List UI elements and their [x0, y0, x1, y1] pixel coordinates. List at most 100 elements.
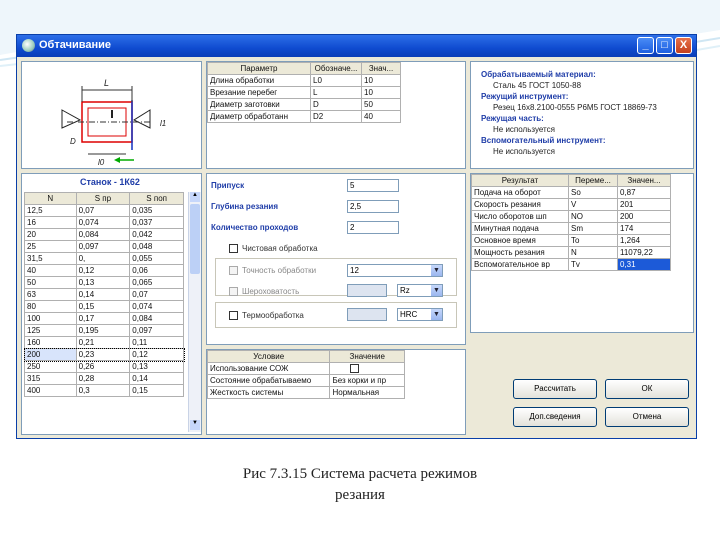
depth-input[interactable]: 2,5	[347, 200, 399, 213]
table-cell[interactable]: 10	[361, 86, 401, 99]
table-cell: Tv	[568, 258, 618, 271]
diagram-label-D: D	[70, 137, 76, 146]
turning-diagram-panel: L D l1 l0	[21, 61, 202, 169]
table-row[interactable]: 31,5 0, 0,055	[24, 252, 184, 265]
table-cell: 200	[617, 210, 671, 223]
cancel-button[interactable]: Отмена	[605, 407, 689, 427]
table-cell: 40	[24, 264, 77, 277]
table-row-selected[interactable]: 200 0,23 0,12	[23, 347, 185, 362]
machine-table-scrollbar[interactable]: ▲ ▼	[188, 192, 201, 432]
table-cell: 125	[24, 324, 77, 337]
accuracy-checkbox[interactable]	[229, 266, 238, 275]
table-cell: 0,14	[129, 372, 184, 385]
figure-caption-line2: резания	[335, 487, 385, 503]
table-row[interactable]: 250 0,26 0,13	[24, 360, 184, 373]
table-cell: L0	[310, 74, 362, 87]
minimize-button[interactable]: _	[637, 37, 654, 54]
table-cell[interactable]: 40	[361, 110, 401, 123]
table-row[interactable]: 16 0,074 0,037	[24, 216, 184, 229]
maximize-button[interactable]: □	[656, 37, 673, 54]
passes-input[interactable]: 2	[347, 221, 399, 234]
table-row[interactable]: Скорость резания V 201	[471, 198, 671, 211]
table-row[interactable]: Диаметр заготовки D 50	[207, 98, 401, 111]
calculate-button[interactable]: Рассчитать	[513, 379, 597, 399]
table-row[interactable]: 160 0,21 0,11	[24, 336, 184, 349]
table-row[interactable]: Подача на оборот So 0,87	[471, 186, 671, 199]
allowance-input[interactable]: 5	[347, 179, 399, 192]
diagram-label-l0: l0	[98, 158, 105, 167]
table-row[interactable]: Мощность резания N 11079,22	[471, 246, 671, 259]
table-row[interactable]: Длина обработки L0 10	[207, 74, 401, 87]
conditions-table: Условие Значение Использование СОЖ Состо…	[207, 350, 405, 399]
table-cell: 12,5	[24, 204, 77, 217]
finish-checkbox[interactable]	[229, 244, 238, 253]
table-row[interactable]: 63 0,14 0,07	[24, 288, 184, 301]
roughness-input[interactable]	[347, 284, 387, 297]
scroll-up-icon[interactable]: ▲	[190, 192, 200, 202]
table-row[interactable]: Диаметр обработанн D2 40	[207, 110, 401, 123]
table-row[interactable]: 25 0,097 0,048	[24, 240, 184, 253]
table-row[interactable]: 80 0,15 0,074	[24, 300, 184, 313]
chevron-down-icon[interactable]: ▼	[431, 265, 442, 276]
table-cell: D2	[310, 110, 362, 123]
table-cell: Число оборотов шп	[471, 210, 569, 223]
table-cell[interactable]	[329, 362, 405, 375]
table-cell: 0,037	[129, 216, 184, 229]
params-header-symbol: Обозначе...	[310, 62, 362, 75]
table-row[interactable]: 100 0,17 0,084	[24, 312, 184, 325]
scroll-down-icon[interactable]: ▼	[190, 420, 200, 430]
close-button[interactable]: X	[675, 37, 692, 54]
table-cell: N	[568, 246, 618, 259]
table-row[interactable]: Использование СОЖ	[207, 362, 405, 375]
table-cell[interactable]: Без корки и пр	[329, 374, 405, 387]
passes-label: Количество проходов	[211, 223, 299, 232]
table-cell: Подача на оборот	[471, 186, 569, 199]
table-row[interactable]: 315 0,28 0,14	[24, 372, 184, 385]
extra-info-button[interactable]: Доп.сведения	[513, 407, 597, 427]
material-info-panel: Обрабатываемый материал: Сталь 45 ГОСТ 1…	[470, 61, 694, 169]
table-cell: 0,074	[75, 216, 131, 229]
table-row[interactable]: Минутная подача Sm 174	[471, 222, 671, 235]
accuracy-select-value: 12	[350, 266, 359, 275]
table-row[interactable]: Число оборотов шп NO 200	[471, 210, 671, 223]
chevron-down-icon[interactable]: ▼	[431, 285, 442, 296]
hardening-input[interactable]	[347, 308, 387, 321]
table-row[interactable]: 40 0,12 0,06	[24, 264, 184, 277]
chevron-down-icon[interactable]: ▼	[431, 309, 442, 320]
table-row[interactable]: Вспомогательное вр Tv 0,31	[471, 258, 671, 271]
table-cell: 315	[24, 372, 77, 385]
table-cell: V	[568, 198, 618, 211]
table-row[interactable]: Врезание перебег L 10	[207, 86, 401, 99]
table-row[interactable]: 400 0,3 0,15	[24, 384, 184, 397]
table-row[interactable]: Состояние обрабатываемо Без корки и пр	[207, 374, 405, 387]
table-row[interactable]: 12,5 0,07 0,035	[24, 204, 184, 217]
hardening-select-value: HRC	[400, 310, 418, 319]
table-cell: 250	[24, 360, 77, 373]
table-cell: 201	[617, 198, 671, 211]
table-row[interactable]: Жесткость системы Нормальная	[207, 386, 405, 399]
table-row[interactable]: 20 0,084 0,042	[24, 228, 184, 241]
roughness-select[interactable]: Rz ▼	[397, 284, 443, 297]
roughness-checkbox[interactable]	[229, 287, 238, 296]
table-cell[interactable]: 10	[361, 74, 401, 87]
table-cell[interactable]: 50	[361, 98, 401, 111]
accuracy-select[interactable]: 12 ▼	[347, 264, 443, 277]
ok-button[interactable]: ОК	[605, 379, 689, 399]
hardening-checkbox[interactable]	[229, 311, 238, 320]
table-cell: 0,15	[129, 384, 184, 397]
table-row[interactable]: 125 0,195 0,097	[24, 324, 184, 337]
table-cell: Длина обработки	[207, 74, 311, 87]
diagram-label-l1: l1	[160, 119, 166, 128]
table-cell: 160	[24, 336, 77, 349]
params-table: Параметр Обозначе... Знач... Длина обраб…	[207, 62, 401, 123]
tool-label: Режущий инструмент:	[481, 92, 569, 101]
table-cell[interactable]: Нормальная	[329, 386, 405, 399]
machine-header-s-pr: S пр	[75, 192, 131, 205]
table-row[interactable]: 50 0,13 0,065	[24, 276, 184, 289]
hardening-select[interactable]: HRC ▼	[397, 308, 443, 321]
table-row[interactable]: Основное время To 1,264	[471, 234, 671, 247]
material-label: Обрабатываемый материал:	[481, 70, 596, 79]
calculation-window: Обтачивание _ □ X L D l1 l0 Параметр Обо…	[16, 34, 697, 439]
scrollbar-thumb[interactable]	[190, 204, 200, 274]
coolant-checkbox[interactable]	[350, 364, 360, 373]
